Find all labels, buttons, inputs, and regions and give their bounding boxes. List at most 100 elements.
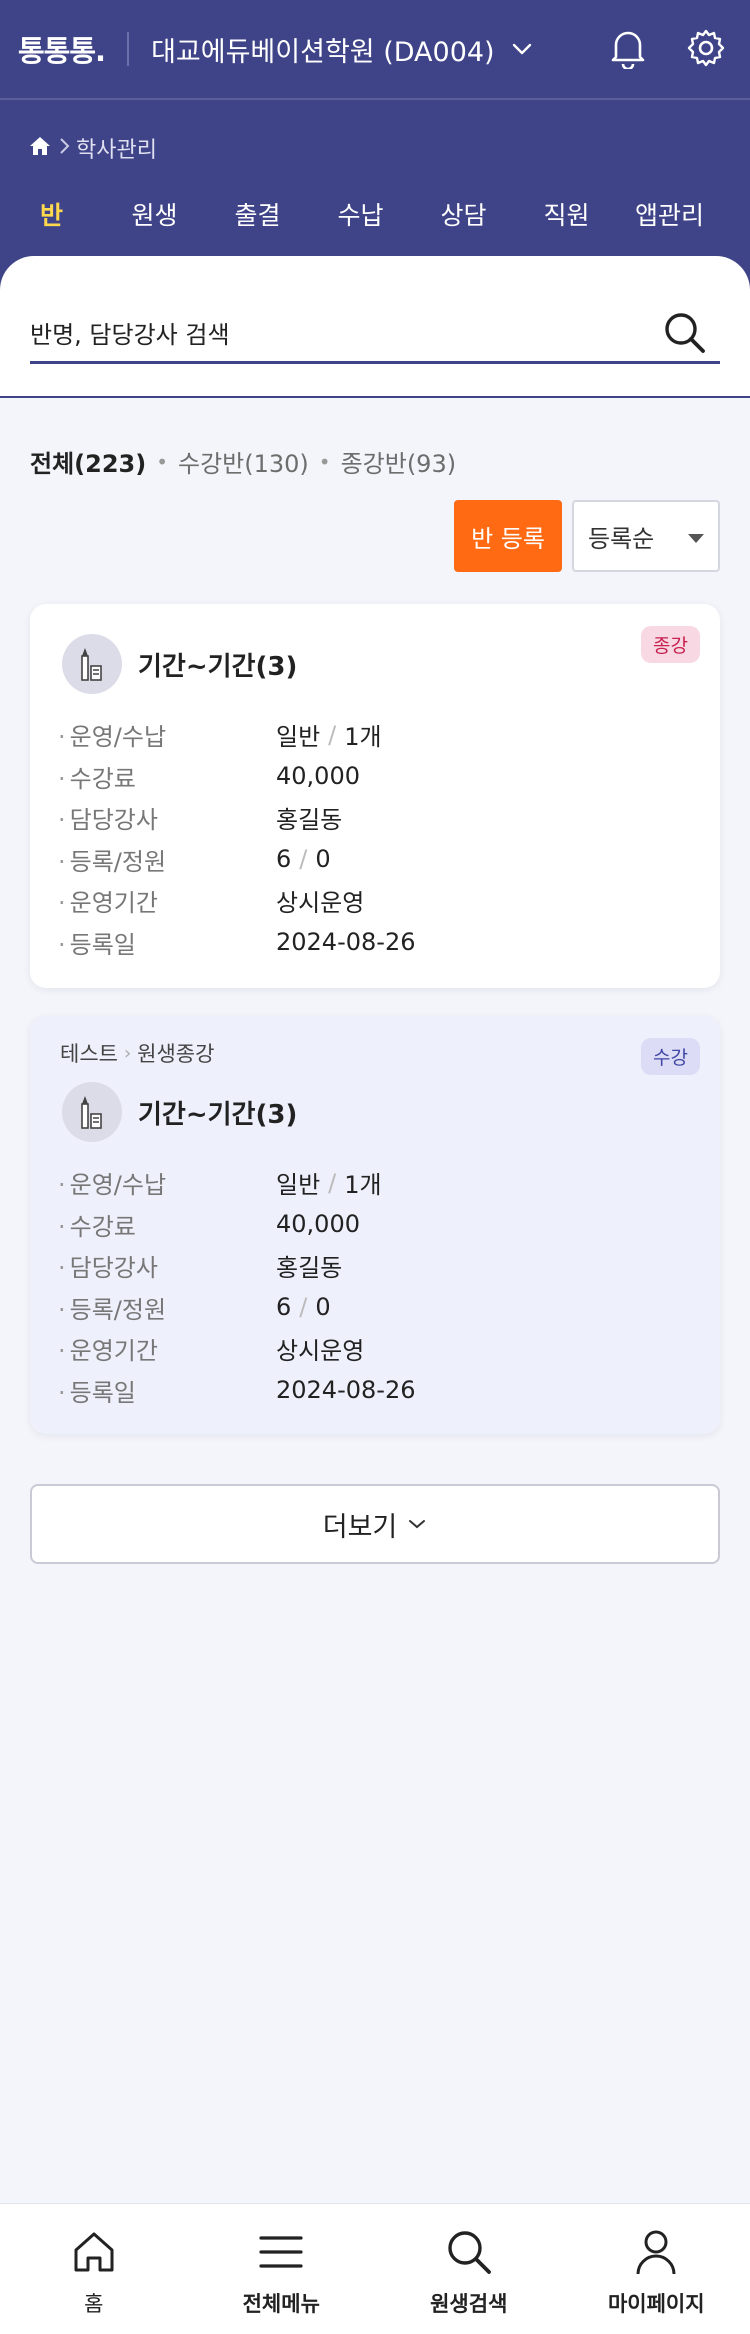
info-label: 담당강사 bbox=[58, 800, 276, 835]
card-header: 기간~기간(3) bbox=[62, 1082, 297, 1142]
tab-payment[interactable]: 수납 bbox=[309, 196, 412, 232]
bell-icon[interactable] bbox=[606, 26, 650, 70]
tab-bar: 반 원생 출결 수납 상담 직원 앱관리 bbox=[0, 196, 750, 232]
info-label: 등록일 bbox=[58, 1373, 276, 1408]
academy-selector-label[interactable]: 대교에듀베이션학원 (DA004) bbox=[151, 30, 495, 69]
list-actions: 반 등록 등록순 bbox=[454, 500, 720, 572]
nav-student-search[interactable]: 원생검색 bbox=[375, 2204, 563, 2334]
info-value: 2024-08-26 bbox=[276, 928, 416, 957]
info-value: 일반 bbox=[276, 723, 321, 752]
info-label: 등록/정원 bbox=[58, 1290, 276, 1325]
separator-dot: • bbox=[156, 449, 168, 474]
slash-divider: / bbox=[299, 1293, 308, 1322]
user-icon bbox=[630, 2226, 682, 2278]
class-card[interactable]: 테스트 › 원생종강 수강 기간~기간(3) 운영/수납일반/1개 수강료40,… bbox=[30, 1016, 720, 1434]
chevron-right-icon: › bbox=[123, 1042, 132, 1064]
info-row: 등록/정원6/0 bbox=[58, 1287, 415, 1329]
info-label: 운영기간 bbox=[58, 883, 276, 918]
class-title: 기간~기간(3) bbox=[138, 1099, 298, 1130]
class-count-summary: 전체(223) • 수강반(130) • 종강반(93) bbox=[30, 444, 456, 479]
info-row: 담당강사홍길동 bbox=[58, 1245, 415, 1287]
chevron-down-icon[interactable] bbox=[511, 38, 533, 60]
tab-attendance[interactable]: 출결 bbox=[206, 196, 309, 232]
filter-taking[interactable]: 수강반(130) bbox=[178, 444, 309, 479]
info-label: 운영/수납 bbox=[58, 1165, 276, 1200]
load-more-button[interactable]: 더보기 bbox=[30, 1484, 720, 1564]
class-info: 운영/수납일반/1개 수강료40,000 담당강사홍길동 등록/정원6/0 운영… bbox=[58, 1162, 416, 1412]
info-label: 운영/수납 bbox=[58, 717, 276, 752]
info-value: 1개 bbox=[344, 1171, 382, 1200]
search-placeholder[interactable]: 반명, 담당강사 검색 bbox=[30, 315, 662, 350]
app-logo[interactable]: 통통통. bbox=[18, 28, 106, 70]
search-icon[interactable] bbox=[662, 310, 708, 356]
tab-class[interactable]: 반 bbox=[0, 196, 103, 232]
home-icon bbox=[68, 2226, 120, 2278]
nav-home[interactable]: 홈 bbox=[0, 2204, 188, 2334]
info-row: 운영기간상시운영 bbox=[58, 880, 415, 922]
info-row: 등록일2024-08-26 bbox=[58, 922, 416, 964]
sort-select-value: 등록순 bbox=[588, 524, 655, 553]
info-row: 운영/수납일반/1개 bbox=[58, 714, 415, 756]
nav-all-menu[interactable]: 전체메뉴 bbox=[188, 2204, 376, 2334]
home-icon[interactable] bbox=[28, 135, 52, 161]
load-more-label: 더보기 bbox=[322, 1511, 398, 1543]
info-value: 0 bbox=[315, 1293, 331, 1322]
info-value: 홍길동 bbox=[276, 806, 343, 835]
logo-divider bbox=[127, 32, 130, 66]
info-row: 운영기간상시운영 bbox=[58, 1328, 415, 1370]
info-label: 수강료 bbox=[58, 759, 276, 794]
info-value: 40,000 bbox=[276, 1210, 360, 1239]
separator-dot: • bbox=[318, 449, 331, 474]
info-row: 운영/수납일반/1개 bbox=[58, 1162, 415, 1204]
info-value: 40,000 bbox=[276, 762, 360, 791]
top-bar: 통통통. 대교에듀베이션학원 (DA004) bbox=[0, 0, 750, 100]
gear-icon[interactable] bbox=[684, 26, 728, 70]
info-value: 2024-08-26 bbox=[276, 1376, 416, 1405]
class-path-parent: 테스트 bbox=[60, 1042, 118, 1066]
slash-divider: / bbox=[328, 1168, 337, 1197]
info-value: 1개 bbox=[344, 723, 382, 752]
search-input[interactable]: 반명, 담당강사 검색 bbox=[30, 304, 720, 364]
tab-staff[interactable]: 직원 bbox=[515, 196, 618, 232]
info-value: 6 bbox=[276, 845, 292, 874]
register-class-button[interactable]: 반 등록 bbox=[454, 500, 562, 572]
info-label: 담당강사 bbox=[58, 1248, 276, 1283]
class-avatar-icon bbox=[62, 634, 122, 694]
nav-label: 전체메뉴 bbox=[242, 2292, 320, 2316]
info-label: 등록/정원 bbox=[58, 842, 276, 877]
menu-icon bbox=[255, 2226, 307, 2278]
chevron-right-icon bbox=[58, 137, 70, 159]
bottom-nav: 홈 전체메뉴 원생검색 마이페이지 bbox=[0, 2203, 750, 2334]
info-row: 담당강사홍길동 bbox=[58, 797, 415, 839]
nav-label: 마이페이지 bbox=[607, 2292, 705, 2316]
info-row: 수강료40,000 bbox=[58, 756, 415, 798]
class-card[interactable]: 종강 기간~기간(3) 운영/수납일반/1개 수강료40,000 담당강사홍길동… bbox=[30, 604, 720, 988]
nav-label: 원생검색 bbox=[430, 2292, 508, 2316]
info-label: 등록일 bbox=[58, 925, 276, 960]
class-path-child: 원생종강 bbox=[137, 1042, 215, 1066]
slash-divider: / bbox=[328, 720, 337, 749]
tab-consult[interactable]: 상담 bbox=[412, 196, 515, 232]
status-badge: 수강 bbox=[641, 1038, 700, 1075]
class-path: 테스트 › 원생종강 bbox=[60, 1038, 214, 1068]
info-value: 0 bbox=[315, 845, 331, 874]
class-info: 운영/수납일반/1개 수강료40,000 담당강사홍길동 등록/정원6 / 0 운영… bbox=[58, 714, 416, 964]
info-value: 상시운영 bbox=[276, 1337, 365, 1366]
tab-students[interactable]: 원생 bbox=[103, 196, 206, 232]
search-icon bbox=[443, 2226, 495, 2278]
top-actions bbox=[606, 26, 728, 70]
info-value: 6 bbox=[276, 1293, 292, 1322]
card-header: 기간~기간(3) bbox=[62, 634, 297, 694]
chevron-down-icon bbox=[407, 1514, 427, 1534]
info-label: 운영기간 bbox=[58, 1331, 276, 1366]
breadcrumb: 학사관리 bbox=[0, 100, 750, 164]
sort-select[interactable]: 등록순 bbox=[572, 500, 720, 572]
filter-all[interactable]: 전체(223) bbox=[30, 444, 146, 479]
class-avatar-icon bbox=[62, 1082, 122, 1142]
info-row: 등록일2024-08-26 bbox=[58, 1370, 416, 1412]
tab-app-manage[interactable]: 앱관리 bbox=[618, 196, 721, 232]
class-title: 기간~기간(3) bbox=[138, 651, 298, 682]
nav-my-page[interactable]: 마이페이지 bbox=[563, 2204, 750, 2334]
nav-label: 홈 bbox=[84, 2292, 104, 2316]
filter-ended[interactable]: 종강반(93) bbox=[341, 444, 457, 479]
